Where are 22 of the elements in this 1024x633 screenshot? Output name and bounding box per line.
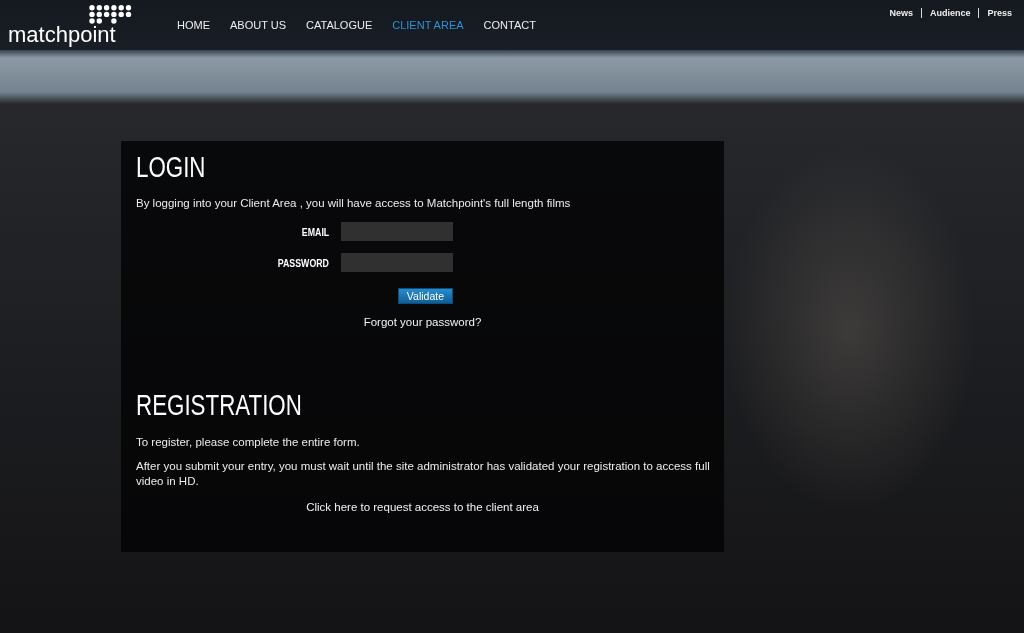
nav-link[interactable]: HOME (177, 19, 210, 31)
registration-heading: REGISTRATION (136, 391, 302, 420)
registration-text: To register, please complete the entire form. (136, 435, 361, 450)
login-intro-text: By logging into your Client Area , you will have access to Matchpoint's full length films (136, 196, 572, 211)
nav-link[interactable]: CATALOGUE (306, 19, 373, 31)
dot-grid-icon (89, 5, 132, 24)
registration-text: After you submit your entry, you must wait until the site administrator has validated your registration to access full video in HD. (136, 459, 711, 489)
validate-button[interactable]: Validate (397, 288, 453, 304)
field-label: PASSWORD (277, 256, 329, 269)
field-label: EMAIL (301, 225, 329, 238)
login-heading: LOGIN (136, 153, 206, 182)
top-link[interactable]: Audience (929, 8, 971, 18)
nav-link[interactable]: CONTACT (483, 19, 536, 31)
forgot-password-link[interactable]: Forgot your password? (363, 316, 482, 328)
nav-link[interactable]: CLIENT AREA (392, 19, 464, 31)
request-access-link[interactable]: Click here to request access to the client area (306, 501, 539, 513)
input-field[interactable] (341, 253, 453, 272)
logo-link[interactable]: matchpoint (8, 4, 132, 46)
top-link[interactable]: Press (987, 8, 1012, 18)
input-field[interactable] (341, 222, 453, 241)
nav-link[interactable]: ABOUT US (230, 19, 287, 31)
top-link[interactable]: News (889, 8, 913, 18)
